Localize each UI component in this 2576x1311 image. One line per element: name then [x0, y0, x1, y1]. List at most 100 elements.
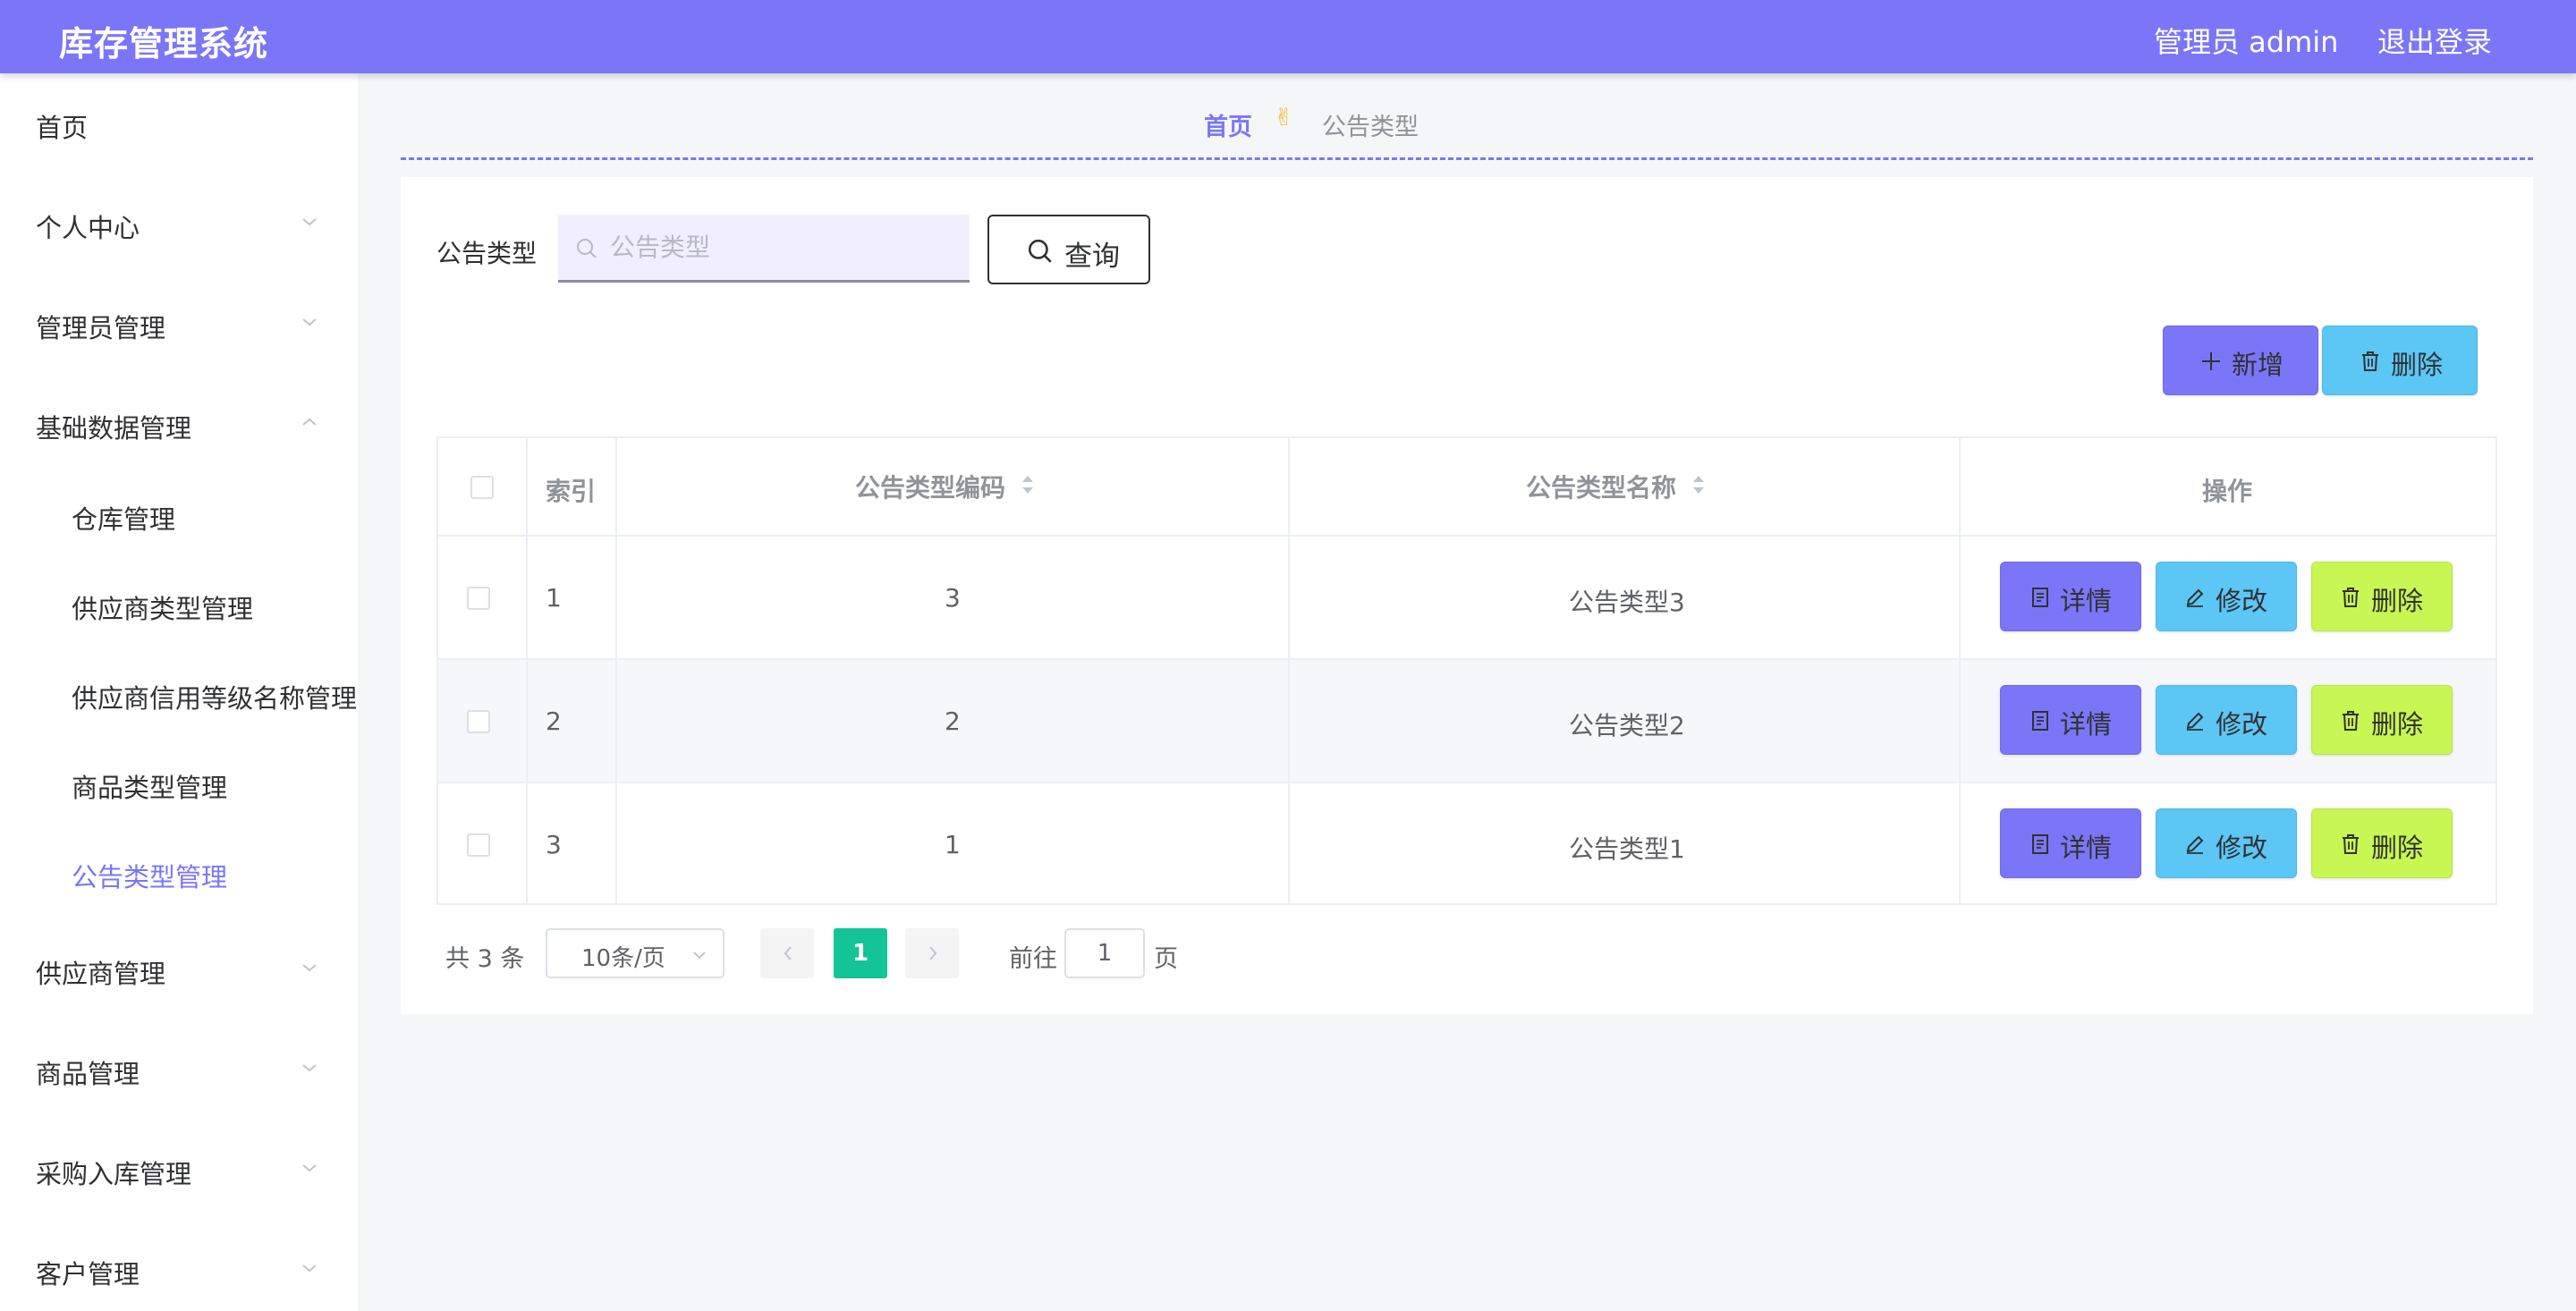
document-icon: [2032, 711, 2048, 731]
row-checkbox[interactable]: [467, 710, 490, 733]
chevron-down-icon: [302, 1064, 317, 1072]
plus-icon: [2202, 352, 2220, 370]
detail-button[interactable]: 详情: [2000, 562, 2141, 631]
chevron-right-icon: [929, 946, 937, 960]
next-page-button[interactable]: [905, 928, 959, 978]
detail-button-label: 详情: [2060, 709, 2113, 740]
trash-icon: [2343, 588, 2359, 607]
prev-page-button[interactable]: [760, 928, 814, 978]
edit-button[interactable]: 修改: [2156, 562, 2297, 631]
sidebar-subitem-label: 商品类型管理: [72, 773, 228, 803]
select-all-checkbox[interactable]: [470, 476, 494, 499]
cell-code: 2: [945, 706, 961, 736]
sidebar-item-label: 基础数据管理: [36, 413, 192, 444]
sidebar-item-label: 个人中心: [36, 213, 140, 243]
content-panel: 公告类型 查询 新增 删除: [401, 177, 2533, 1014]
column-header-name[interactable]: 公告类型名称: [1526, 469, 1676, 504]
add-button[interactable]: 新增: [2163, 326, 2318, 395]
breadcrumb: 首页 ✌ 公告类型: [1204, 104, 1419, 142]
sidebar-subitem-supplier-credit-level[interactable]: 供应商信用等级名称管理: [0, 658, 358, 730]
edit-button-label: 修改: [2216, 586, 2268, 616]
logout-link[interactable]: 退出登录: [2377, 20, 2492, 61]
top-header: 库存管理系统 管理员 admin 退出登录: [0, 0, 2576, 73]
cell-name: 公告类型1: [1569, 834, 1685, 864]
row-divider: [438, 535, 2496, 537]
cell-name: 公告类型2: [1569, 711, 1685, 740]
pencil-icon: [2186, 712, 2204, 731]
sidebar-item-label: 客户管理: [36, 1259, 140, 1290]
detail-button-label: 详情: [2060, 586, 2113, 616]
column-header-index: 索引: [546, 477, 597, 506]
sidebar-item-personal-center[interactable]: 个人中心: [0, 188, 358, 259]
detail-button[interactable]: 详情: [2000, 808, 2141, 878]
search-icon: [1028, 239, 1052, 263]
app-title: 库存管理系统: [59, 24, 269, 63]
sidebar-subitem-label: 供应商类型管理: [72, 594, 254, 624]
chevron-down-icon: [302, 1264, 317, 1273]
detail-button-label: 详情: [2060, 833, 2113, 863]
edit-button[interactable]: 修改: [2156, 808, 2297, 878]
sidebar-item-label: 供应商管理: [36, 959, 166, 989]
sidebar-subitem-product-type[interactable]: 商品类型管理: [0, 748, 358, 819]
sidebar-item-admin-management[interactable]: 管理员管理: [0, 288, 358, 359]
column-divider: [526, 438, 528, 903]
breadcrumb-current: 公告类型: [1322, 114, 1419, 141]
edit-button[interactable]: 修改: [2156, 685, 2297, 755]
sidebar-subitem-warehouse[interactable]: 仓库管理: [0, 479, 358, 551]
pencil-icon: [2186, 588, 2204, 607]
sidebar-item-supplier-management[interactable]: 供应商管理: [0, 934, 358, 1005]
sidebar-item-product-management[interactable]: 商品管理: [0, 1034, 358, 1105]
row-checkbox[interactable]: [467, 587, 490, 610]
search-label: 公告类型: [436, 239, 538, 268]
chevron-down-icon: [302, 218, 317, 226]
notice-type-table: 索引 公告类型编码 公告类型名称 操作 1 3 公告类型3 2 2 公告类型2 …: [436, 436, 2497, 905]
edit-button-label: 修改: [2216, 833, 2268, 863]
detail-button[interactable]: 详情: [2000, 685, 2141, 755]
row-divider: [438, 782, 2496, 783]
sidebar-item-label: 管理员管理: [36, 313, 166, 343]
delete-button[interactable]: 删除: [2311, 685, 2453, 755]
page-number-button[interactable]: 1: [834, 928, 887, 978]
sidebar-subitem-notice-type[interactable]: 公告类型管理: [0, 837, 358, 909]
sidebar-item-label: 商品管理: [36, 1059, 140, 1089]
sidebar-item-basic-data-management[interactable]: 基础数据管理: [0, 388, 358, 460]
chevron-down-icon: [693, 952, 706, 960]
query-button-label: 查询: [1064, 241, 1120, 273]
sort-caret-icon[interactable]: [1690, 472, 1707, 497]
cell-name: 公告类型3: [1569, 588, 1685, 617]
sidebar-item-home[interactable]: 首页: [0, 88, 358, 159]
sidebar-item-customer-management[interactable]: 客户管理: [0, 1234, 358, 1306]
delete-button[interactable]: 删除: [2311, 562, 2453, 631]
sort-caret-icon[interactable]: [1020, 472, 1036, 497]
trash-icon: [2343, 834, 2359, 854]
chevron-left-icon: [784, 946, 792, 960]
cell-index: 1: [546, 583, 562, 613]
query-button[interactable]: 查询: [987, 215, 1150, 284]
batch-delete-button[interactable]: 删除: [2322, 326, 2478, 395]
column-divider: [1288, 438, 1290, 903]
document-icon: [2032, 834, 2048, 854]
goto-page-input[interactable]: [1064, 928, 1145, 978]
column-divider: [615, 438, 617, 903]
add-button-label: 新增: [2232, 350, 2284, 380]
row-checkbox[interactable]: [467, 833, 490, 857]
chevron-up-icon: [302, 418, 317, 426]
delete-button[interactable]: 删除: [2311, 808, 2453, 878]
sidebar-subitem-supplier-type[interactable]: 供应商类型管理: [0, 569, 358, 640]
row-divider: [438, 658, 2496, 660]
cell-code: 3: [945, 583, 961, 613]
current-user-label: 管理员 admin: [2154, 25, 2339, 59]
delete-button-label: 删除: [2371, 709, 2424, 740]
document-icon: [2032, 588, 2048, 607]
page-size-select[interactable]: 10条/页: [546, 928, 724, 978]
delete-button-label: 删除: [2371, 833, 2424, 863]
goto-label: 前往: [1009, 945, 1057, 973]
sidebar-subitem-label: 公告类型管理: [72, 862, 228, 892]
cell-index: 3: [546, 830, 562, 859]
column-header-code[interactable]: 公告类型编码: [855, 469, 1005, 504]
breadcrumb-home-link[interactable]: 首页: [1204, 114, 1252, 141]
sidebar-subitem-label: 供应商信用等级名称管理: [72, 683, 358, 714]
sidebar-subitem-label: 仓库管理: [72, 504, 176, 535]
search-input[interactable]: [558, 215, 970, 283]
sidebar-item-purchase-inbound[interactable]: 采购入库管理: [0, 1134, 358, 1205]
